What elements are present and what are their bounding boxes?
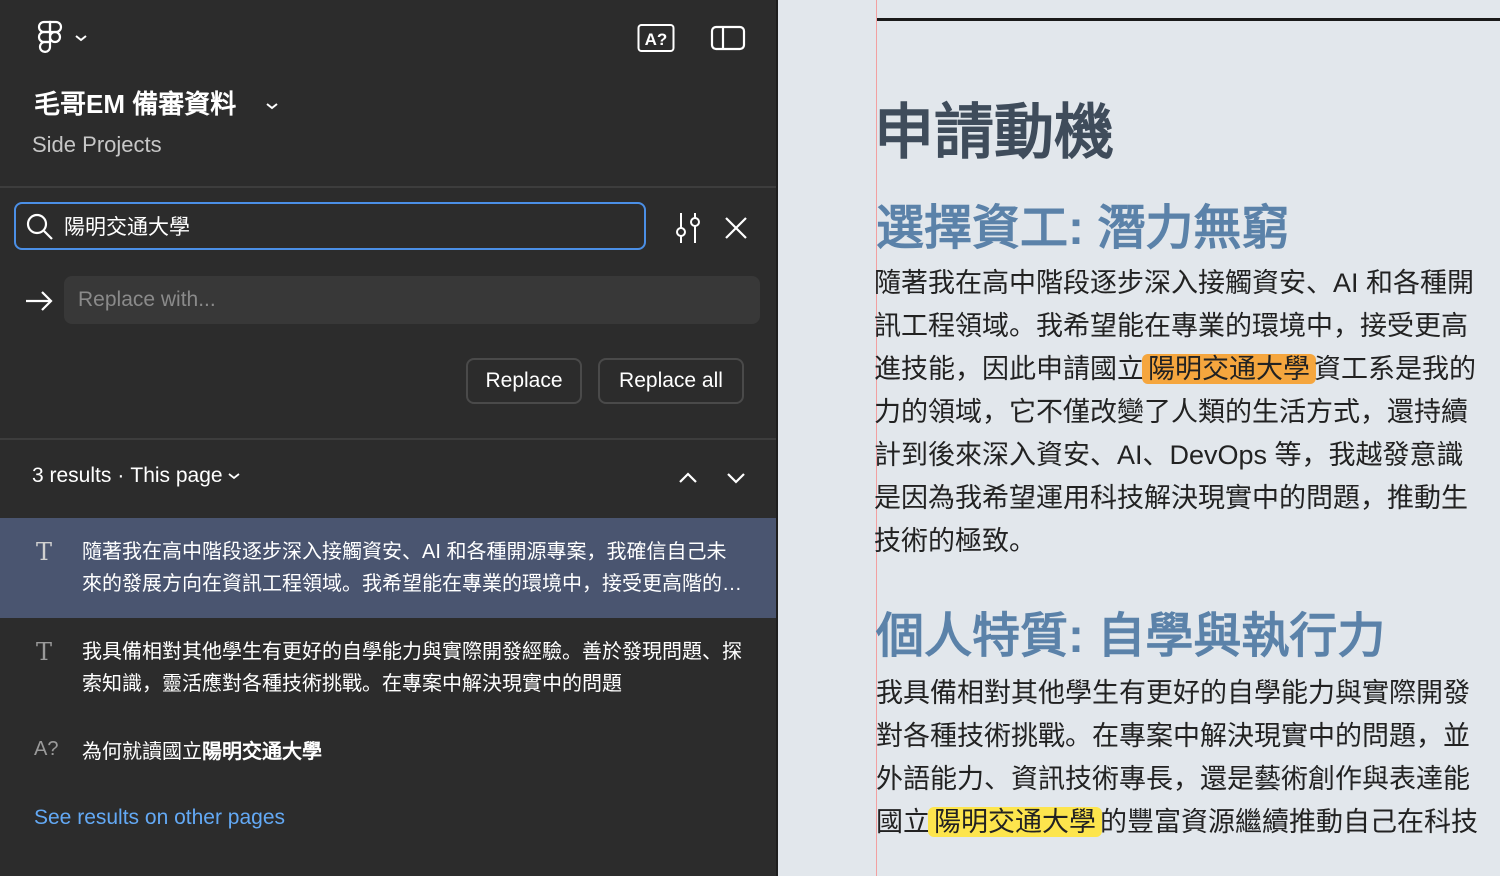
result-text: 我具備相對其他學生有更好的自學能力與實際開發經驗。善於發現問題、探索知識，靈活應… <box>82 641 742 695</box>
divider <box>0 438 776 440</box>
divider <box>0 186 776 188</box>
chevron-up-icon <box>679 472 697 483</box>
search-input[interactable] <box>64 212 624 240</box>
text-layer-icon: T <box>36 638 53 666</box>
section-paragraph[interactable]: 我具備相對其他學生有更好的自學能力與實際開發 對各種技術挑戰。在專案中解決現實中… <box>876 672 1500 844</box>
paragraph-line: 隨著我在高中階段逐步深入接觸資安、AI 和各種開 <box>874 268 1475 298</box>
missing-font-icon: A? <box>637 24 675 52</box>
project-name[interactable]: Side Projects <box>32 132 162 158</box>
line-text: 資工系是我的 <box>1314 354 1476 384</box>
replace-field[interactable] <box>64 276 760 324</box>
paragraph-line: 國立 陽明交通大學 的豐富資源繼續推動自己在科技 <box>876 801 1500 844</box>
current-match-highlight: 陽明交通大學 <box>1142 354 1316 384</box>
results-scope-label: This page <box>130 464 223 487</box>
text-layer-icon: T <box>36 538 53 566</box>
chevron-down-icon <box>75 35 87 42</box>
result-match: 陽明交通大學 <box>202 741 322 763</box>
search-field[interactable] <box>14 202 646 250</box>
close-icon <box>725 217 747 239</box>
font-check-button[interactable]: A? <box>636 22 676 54</box>
main-menu-button[interactable] <box>28 18 96 58</box>
find-replace-panel: A? 毛哥EM 備審資料 Side Projects 陽明交通大學 Replac… <box>0 0 776 876</box>
sidebar-icon <box>710 25 746 51</box>
close-find-button[interactable] <box>716 208 756 248</box>
toggle-sidebar-button[interactable] <box>708 22 748 54</box>
replace-input[interactable] <box>78 286 738 314</box>
section-title[interactable]: 選擇資工: 潛力無窮 <box>876 188 1289 258</box>
chevron-down-icon <box>727 473 745 484</box>
result-item[interactable]: A? 為何就讀國立陽明交通大學 <box>0 718 776 786</box>
sliders-icon <box>676 213 700 243</box>
search-options-button[interactable] <box>668 208 708 248</box>
svg-text:A?: A? <box>645 30 668 49</box>
next-result-button[interactable] <box>716 458 756 498</box>
line-text: 國立 <box>876 807 930 837</box>
missing-font-icon: A? <box>34 738 59 760</box>
app-window: A? 毛哥EM 備審資料 Side Projects 陽明交通大學 Replac… <box>0 0 1500 876</box>
previous-result-button[interactable] <box>668 458 708 498</box>
results-separator: · <box>117 464 125 487</box>
line-text: 進技能，因此申請國立 <box>874 354 1144 384</box>
paragraph-line: 力的領域，它不僅改變了人類的生活方式，還持續 <box>874 397 1468 427</box>
result-item[interactable]: T 我具備相對其他學生有更好的自學能力與實際開發經驗。善於發現問題、探索知識，靈… <box>0 618 776 718</box>
search-icon <box>26 213 53 240</box>
replace-all-button[interactable]: Replace all <box>598 358 744 404</box>
paragraph-line: 我具備相對其他學生有更好的自學能力與實際開發 <box>876 678 1470 708</box>
replace-button[interactable]: Replace <box>466 358 582 404</box>
result-text: 隨著我在高中階段逐步深入接觸資安、AI 和各種開源專案，我確信自己未來的發展方向… <box>82 541 742 595</box>
paragraph-line: 外語能力、資訊技術專長，還是藝術創作與表達能 <box>876 764 1470 794</box>
chevron-down-icon <box>266 103 279 110</box>
result-item[interactable]: T 隨著我在高中階段逐步深入接觸資安、AI 和各種開源專案，我確信自己未來的發展… <box>0 518 776 618</box>
arrow-right-icon <box>26 291 53 311</box>
canvas[interactable]: 申請動機 選擇資工: 潛力無窮 隨著我在高中階段逐步深入接觸資安、AI 和各種開… <box>778 0 1500 876</box>
paragraph-line: 訊工程領域。我希望能在專業的環境中，接受更高 <box>874 311 1468 341</box>
paragraph-line: 進技能，因此申請國立 陽明交通大學 資工系是我的 <box>874 348 1500 391</box>
rule-line <box>876 18 1500 21</box>
section-paragraph[interactable]: 隨著我在高中階段逐步深入接觸資安、AI 和各種開 訊工程領域。我希望能在專業的環… <box>874 262 1500 563</box>
file-title: 毛哥EM 備審資料 <box>34 89 237 119</box>
section-title[interactable]: 個人特質: 自學與執行力 <box>876 596 1385 666</box>
results-scope-dropdown[interactable]: This page <box>130 464 240 488</box>
paragraph-line: 計到後來深入資安、AI、DevOps 等，我越發意識 <box>874 440 1464 470</box>
match-highlight: 陽明交通大學 <box>928 807 1102 837</box>
chevron-down-icon <box>228 473 240 480</box>
results-count: 3 results <box>32 464 112 487</box>
result-text: 為何就讀國立陽明交通大學 <box>82 736 742 768</box>
paragraph-line: 對各種技術挑戰。在專案中解決現實中的問題，並 <box>876 721 1470 751</box>
line-text: 的豐富資源繼續推動自己在科技 <box>1100 807 1478 837</box>
paragraph-line: 是因為我希望運用科技解決現實中的問題，推動生 <box>874 483 1468 513</box>
document-heading[interactable]: 申請動機 <box>874 84 1114 171</box>
file-title-button[interactable]: 毛哥EM 備審資料 <box>34 84 279 121</box>
result-text-prefix: 為何就讀國立 <box>82 741 202 763</box>
figma-logo-icon <box>37 20 63 53</box>
results-summary: 3 results · This page <box>32 464 241 488</box>
see-other-pages-link[interactable]: See results on other pages <box>34 806 285 830</box>
paragraph-line: 技術的極致。 <box>874 526 1036 556</box>
